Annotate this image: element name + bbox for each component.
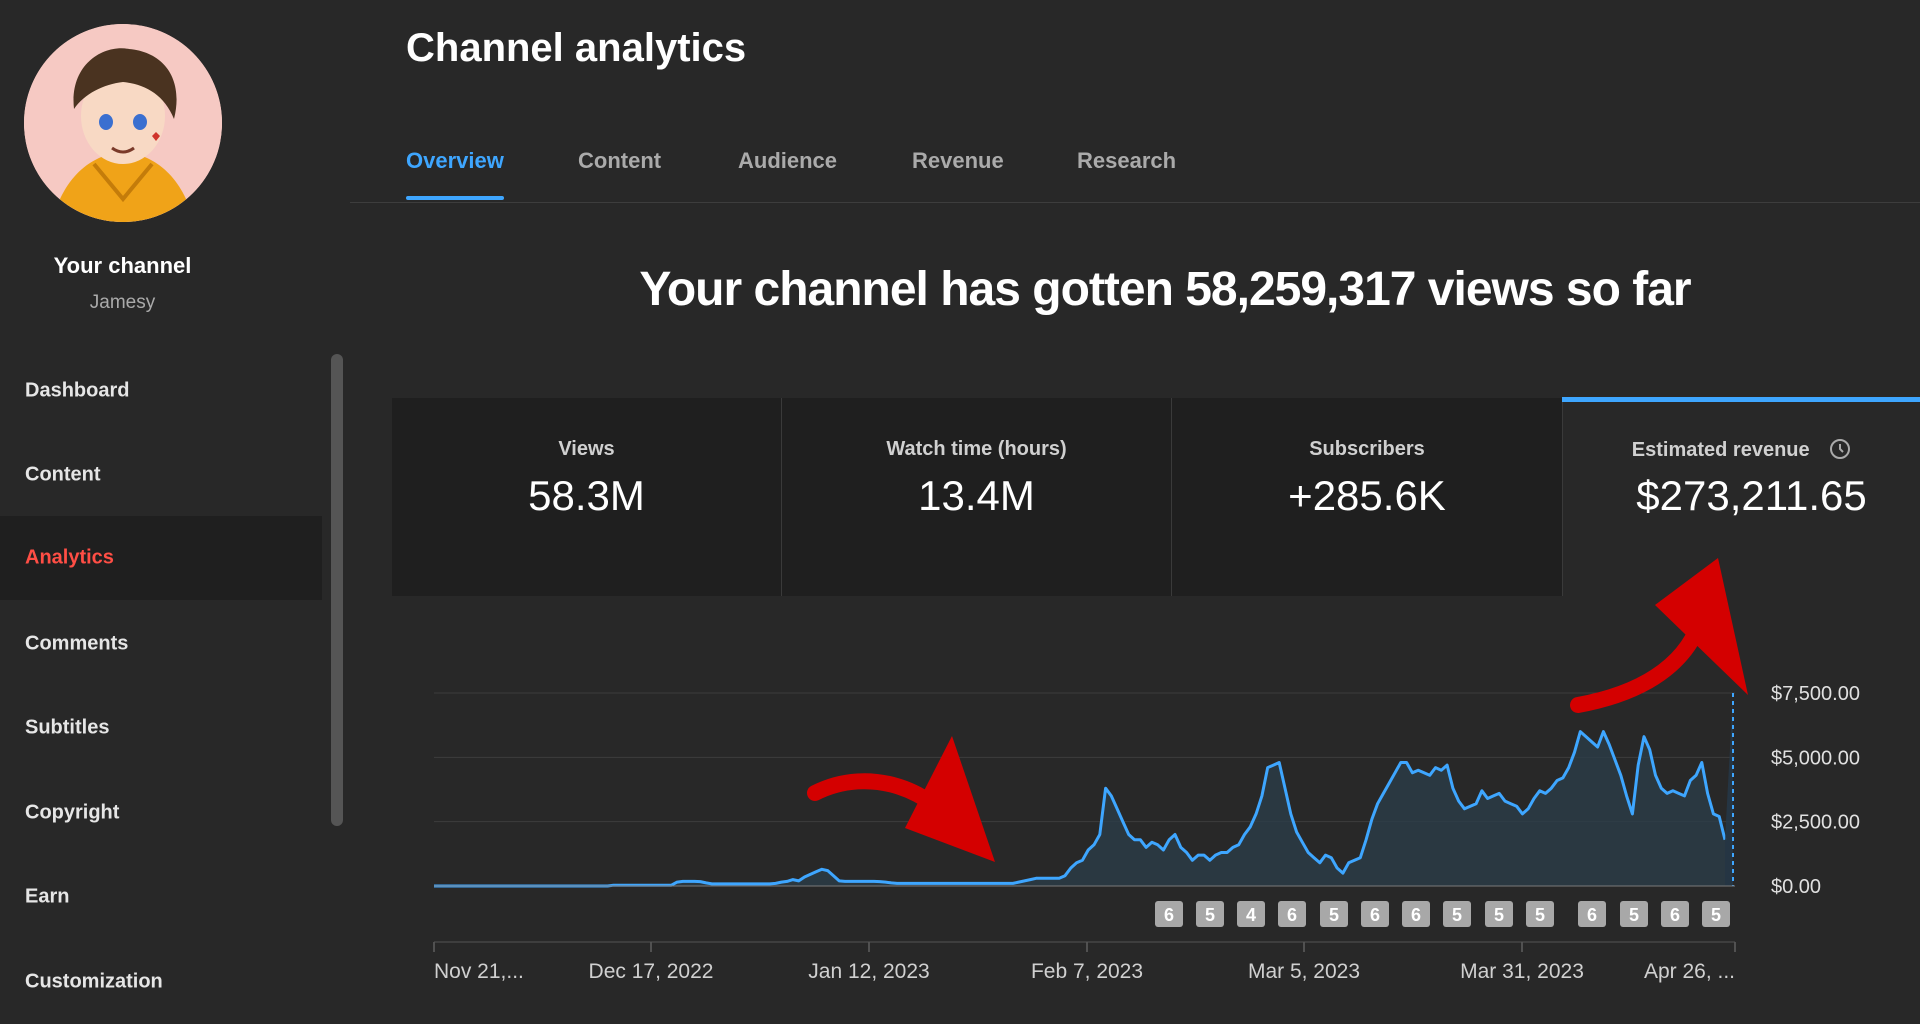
clock-icon[interactable]	[1829, 438, 1851, 460]
sidebar-item-label: Dashboard	[25, 379, 130, 402]
metric-label: Estimated revenue	[1563, 438, 1920, 462]
weekly-marker-label: 6	[1164, 905, 1174, 925]
x-tick-label: Mar 5, 2023	[1248, 960, 1360, 983]
projected-area	[1725, 693, 1733, 886]
x-tick-label: Nov 21,...	[434, 960, 524, 983]
tab-content[interactable]: Content	[578, 148, 661, 174]
metric-value: 58.3M	[528, 472, 645, 519]
tab-overview[interactable]: Overview	[406, 148, 504, 174]
metric-cards: Views 58.3M Watch time (hours) 13.4M Sub…	[392, 398, 1920, 596]
x-tick-label: Jan 12, 2023	[808, 960, 929, 983]
metric-card-watch-time[interactable]: Watch time (hours) 13.4M	[782, 398, 1172, 596]
metric-value: +285.6K	[1288, 472, 1446, 519]
sidebar-item-subtitles[interactable]: Subtitles	[0, 686, 322, 770]
metric-card-subscribers[interactable]: Subscribers +285.6K	[1172, 398, 1563, 596]
x-tick-label: Feb 7, 2023	[1031, 960, 1143, 983]
sidebar-item-dashboard[interactable]: Dashboard	[0, 349, 322, 433]
active-tab-indicator	[406, 196, 504, 200]
sidebar-item-comments[interactable]: Comments	[0, 602, 322, 686]
sidebar-item-label: Earn	[25, 885, 70, 908]
channel-avatar[interactable]	[24, 24, 222, 222]
metric-card-views[interactable]: Views 58.3M	[392, 398, 782, 596]
weekly-marker-label: 6	[1670, 905, 1680, 925]
sidebar-item-earn[interactable]: Earn	[0, 855, 322, 939]
selected-metric-indicator	[1562, 397, 1920, 402]
sidebar-item-content[interactable]: Content	[0, 433, 322, 517]
channel-handle: Jamesy	[89, 292, 156, 313]
sidebar-item-copyright[interactable]: Copyright	[0, 771, 322, 855]
revenue-chart-svg: $0.00 $2,500.00 $5,000.00 $7,500.00 6 5 4 6 5 6 6 5…	[433, 683, 1860, 983]
avatar-illustration	[24, 24, 222, 222]
weekly-marker-label: 6	[1411, 905, 1421, 925]
sidebar-item-label: Subtitles	[25, 716, 110, 739]
sidebar-item-label: Analytics	[25, 546, 114, 569]
sidebar-item-customization[interactable]: Customization	[0, 940, 322, 1024]
page-title: Channel analytics	[406, 26, 747, 70]
sidebar: Your channel Jamesy Dashboard Content An…	[0, 0, 348, 993]
sidebar-item-analytics[interactable]: Analytics	[0, 516, 322, 600]
lifetime-views-headline: Your channel has gotten 58,259,317 views…	[639, 263, 1691, 316]
metric-value: $273,211.65	[1636, 472, 1867, 519]
y-tick-label: $0.00	[1771, 876, 1821, 898]
metric-label: Views	[558, 438, 615, 460]
y-tick-label: $7,500.00	[1771, 683, 1860, 705]
y-tick-label: $5,000.00	[1771, 747, 1860, 769]
metric-label-text: Estimated revenue	[1631, 439, 1810, 461]
tab-divider	[350, 202, 1920, 203]
x-tick-label: Apr 26, ...	[1644, 960, 1735, 983]
weekly-marker-label: 4	[1246, 905, 1256, 925]
weekly-marker-label: 6	[1287, 905, 1297, 925]
weekly-marker-label: 6	[1587, 905, 1597, 925]
x-tick-label: Mar 31, 2023	[1460, 960, 1584, 983]
sidebar-item-label: Copyright	[25, 801, 120, 824]
y-tick-label: $2,500.00	[1771, 812, 1860, 834]
metric-label: Watch time (hours)	[886, 438, 1067, 460]
tab-research[interactable]: Research	[1077, 148, 1176, 174]
revenue-chart[interactable]: $0.00 $2,500.00 $5,000.00 $7,500.00 6 5 4 6 5 6 6 5…	[392, 596, 1920, 985]
weekly-marker-label: 5	[1711, 905, 1721, 925]
metric-label: Subscribers	[1309, 438, 1425, 460]
weekly-marker-label: 6	[1370, 905, 1380, 925]
weekly-marker-label: 5	[1629, 905, 1639, 925]
tab-revenue[interactable]: Revenue	[912, 148, 1004, 174]
weekly-marker-label: 5	[1329, 905, 1339, 925]
sidebar-item-label: Customization	[25, 970, 163, 993]
x-tick-label: Dec 17, 2022	[589, 960, 714, 983]
weekly-marker-label: 5	[1205, 905, 1215, 925]
sidebar-item-label: Comments	[25, 632, 129, 655]
metric-card-estimated-revenue[interactable]: Estimated revenue $273,211.65	[1563, 398, 1920, 596]
sidebar-item-label: Content	[25, 463, 101, 486]
weekly-marker-label: 5	[1535, 905, 1545, 925]
channel-title: Your channel	[53, 253, 192, 278]
weekly-marker-label: 5	[1494, 905, 1504, 925]
metric-value: 13.4M	[918, 472, 1035, 519]
tab-audience[interactable]: Audience	[738, 148, 837, 174]
weekly-marker-label: 5	[1452, 905, 1462, 925]
sidebar-scrollbar[interactable]	[331, 354, 343, 826]
